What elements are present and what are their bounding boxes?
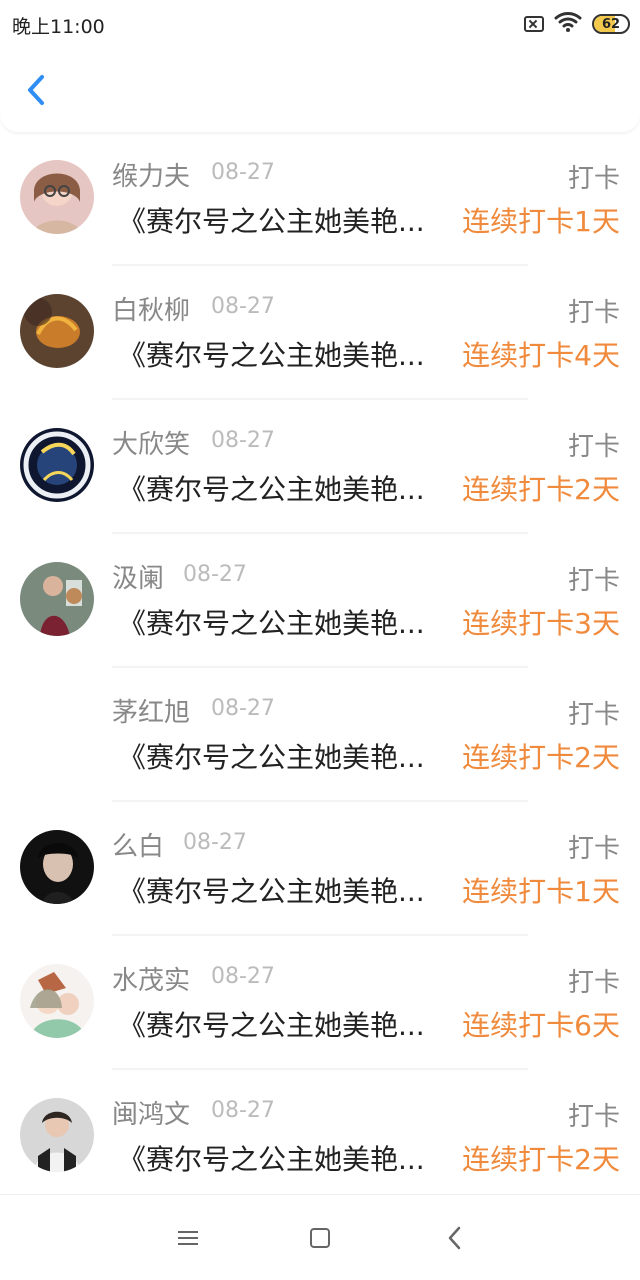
streak-text: 连续打卡1天 (462, 875, 620, 908)
avatar (20, 428, 94, 502)
book-title: 《赛尔号之公主她美艳... (118, 1009, 425, 1042)
avatar (20, 830, 94, 904)
checkin-tag: 打卡 (567, 566, 620, 596)
book-title: 《赛尔号之公主她美艳... (118, 875, 425, 908)
status-bar: 晚上11:00 62 (0, 0, 640, 50)
wifi-icon (554, 11, 582, 37)
streak-text: 连续打卡6天 (462, 1009, 620, 1042)
checkin-tag: 打卡 (567, 700, 620, 730)
menu-icon (178, 1227, 198, 1249)
streak-text: 连续打卡3天 (462, 607, 620, 640)
streak-text: 连续打卡4天 (462, 339, 620, 372)
user-name: 白秋柳 (112, 296, 191, 326)
item-date: 08-27 (183, 562, 247, 587)
checkin-tag: 打卡 (567, 298, 620, 328)
status-time: 晚上11:00 (12, 16, 105, 38)
list-item[interactable]: 茅红旭 08-27 打卡 《赛尔号之公主她美艳... 连续打卡2天 (0, 668, 640, 802)
item-date: 08-27 (211, 964, 275, 989)
home-icon (310, 1228, 330, 1248)
streak-text: 连续打卡2天 (462, 741, 620, 774)
system-back-button[interactable] (438, 1221, 472, 1255)
user-name: 闽鸿文 (112, 1100, 191, 1130)
list-item[interactable]: 汲阑 08-27 打卡 《赛尔号之公主她美艳... 连续打卡3天 (0, 534, 640, 668)
list-item[interactable]: 大欣笑 08-27 打卡 《赛尔号之公主她美艳... 连续打卡2天 (0, 400, 640, 534)
streak-text: 连续打卡1天 (462, 205, 620, 238)
checkin-list: 缑力夫 08-27 打卡 《赛尔号之公主她美艳... 连续打卡1天 白秋柳 08… (0, 132, 640, 1194)
streak-text: 连续打卡2天 (462, 473, 620, 506)
streak-text: 连续打卡2天 (462, 1143, 620, 1176)
page-header (0, 50, 640, 132)
avatar (20, 1098, 94, 1172)
back-icon (448, 1226, 461, 1250)
user-name: 大欣笑 (112, 430, 191, 460)
book-title: 《赛尔号之公主她美艳... (118, 339, 425, 372)
user-name: 茅红旭 (112, 698, 191, 728)
checkin-tag: 打卡 (567, 164, 620, 194)
avatar (20, 964, 94, 1038)
checkin-tag: 打卡 (567, 834, 620, 864)
checkin-tag: 打卡 (567, 432, 620, 462)
book-title: 《赛尔号之公主她美艳... (118, 473, 425, 506)
book-title: 《赛尔号之公主她美艳... (118, 205, 425, 238)
back-icon (28, 75, 44, 105)
home-button[interactable] (303, 1221, 337, 1255)
list-item[interactable]: 么白 08-27 打卡 《赛尔号之公主她美艳... 连续打卡1天 (0, 802, 640, 936)
user-name: 么白 (112, 832, 165, 862)
checkin-tag: 打卡 (567, 968, 620, 998)
battery-icon: 62 (592, 14, 630, 34)
list-item[interactable]: 白秋柳 08-27 打卡 《赛尔号之公主她美艳... 连续打卡4天 (0, 266, 640, 400)
user-name: 水茂实 (112, 966, 191, 996)
book-title: 《赛尔号之公主她美艳... (118, 607, 425, 640)
item-date: 08-27 (211, 160, 275, 185)
back-button[interactable] (18, 72, 54, 108)
avatar (20, 294, 94, 368)
list-item[interactable]: 闽鸿文 08-27 打卡 《赛尔号之公主她美艳... 连续打卡2天 (0, 1070, 640, 1194)
status-icons: 62 (524, 12, 630, 36)
system-nav-bar (0, 1194, 640, 1280)
avatar (20, 562, 94, 636)
item-date: 08-27 (211, 696, 275, 721)
item-date: 08-27 (211, 294, 275, 319)
no-sim-icon (524, 16, 544, 32)
item-date: 08-27 (211, 428, 275, 453)
checkin-tag: 打卡 (567, 1102, 620, 1132)
list-item[interactable]: 缑力夫 08-27 打卡 《赛尔号之公主她美艳... 连续打卡1天 (0, 132, 640, 266)
avatar (20, 160, 94, 234)
user-name: 缑力夫 (112, 162, 191, 192)
item-date: 08-27 (183, 830, 247, 855)
list-item[interactable]: 水茂实 08-27 打卡 《赛尔号之公主她美艳... 连续打卡6天 (0, 936, 640, 1070)
item-date: 08-27 (211, 1098, 275, 1123)
battery-level: 62 (601, 16, 621, 32)
book-title: 《赛尔号之公主她美艳... (118, 1143, 425, 1176)
menu-button[interactable] (171, 1221, 205, 1255)
book-title: 《赛尔号之公主她美艳... (118, 741, 425, 774)
user-name: 汲阑 (112, 564, 165, 594)
